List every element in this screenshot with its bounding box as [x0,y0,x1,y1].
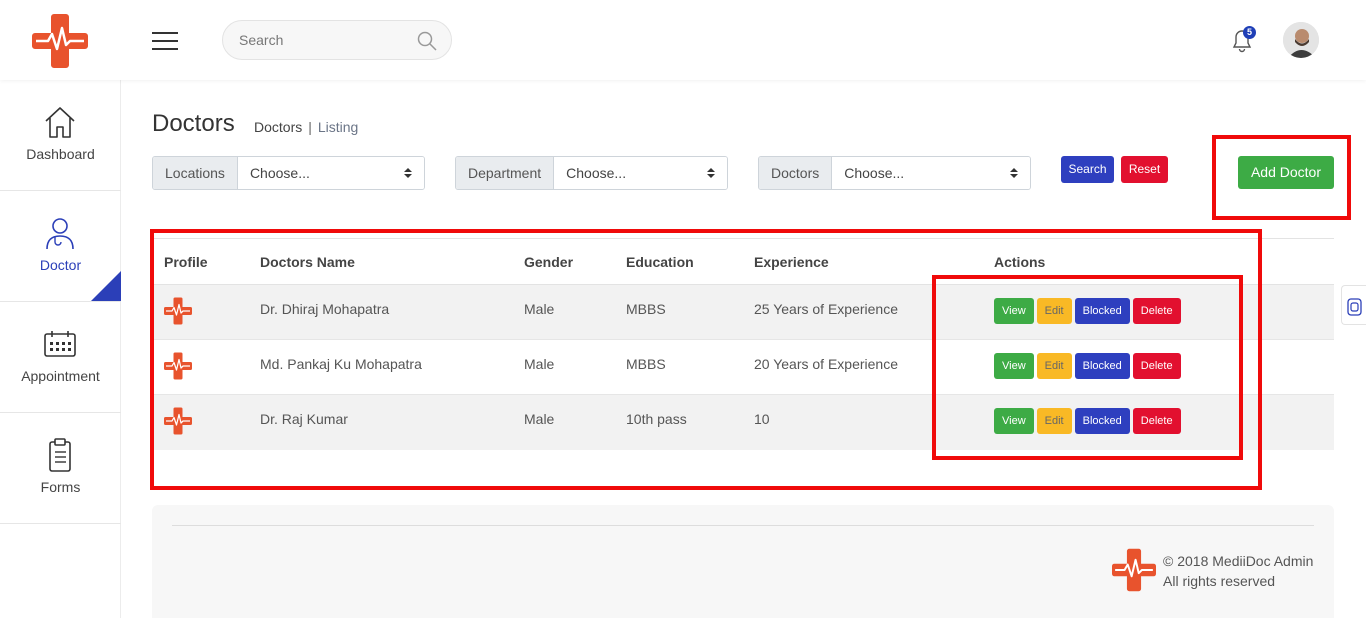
profile-logo-icon [163,296,193,326]
sidebar-item-label: Dashboard [26,146,95,162]
breadcrumb-doctors[interactable]: Doctors [254,119,302,135]
profile-cell [152,284,248,340]
breadcrumb-listing: Listing [317,119,359,135]
blocked-button[interactable]: Blocked [1074,408,1130,434]
doctor-icon [46,218,74,250]
col-header-profile: Profile [152,238,248,285]
doctor-name: Dr. Dhiraj Mohapatra [248,284,512,340]
locations-filter: Locations Choose... [152,156,425,190]
user-avatar[interactable] [1283,22,1319,58]
blocked-button[interactable]: Blocked [1074,353,1130,379]
delete-button[interactable]: Delete [1132,353,1181,379]
profile-cell [152,339,248,395]
footer-logo-icon [1112,548,1156,592]
brand-logo-icon[interactable] [32,14,88,68]
search-input[interactable] [223,21,403,59]
doctor-gender: Male [512,339,614,395]
clipboard-icon [49,438,71,472]
profile-logo-icon [163,351,193,381]
footer-text: © 2018 MediiDoc Admin All rights reserve… [1163,551,1313,591]
locations-select[interactable]: Choose... [237,157,424,189]
reset-button[interactable]: Reset [1121,156,1168,183]
actions-cell: View Edit Blocked Delete [982,284,1334,340]
view-button[interactable]: View [994,408,1034,434]
doctor-gender: Male [512,394,614,450]
col-header-experience: Experience [742,238,982,285]
doctor-education: MBBS [614,284,742,340]
profile-cell [152,394,248,450]
settings-side-tab[interactable] [1341,285,1366,325]
search-icon[interactable] [417,31,437,51]
search-bar [222,20,452,60]
doctors-filter-label: Doctors [759,157,833,189]
edit-button[interactable]: Edit [1036,353,1072,379]
view-button[interactable]: View [994,353,1034,379]
doctor-gender: Male [512,284,614,340]
profile-logo-icon [163,406,193,436]
sidebar-item-label: Forms [40,479,81,495]
doctor-name: Md. Pankaj Ku Mohapatra [248,339,512,395]
col-header-gender: Gender [512,238,614,285]
active-indicator [91,271,121,301]
col-header-name: Doctors Name [248,238,512,285]
top-navbar: 5 [0,0,1366,80]
table-header-row: Profile Doctors Name Gender Education Ex… [152,238,1334,285]
department-select[interactable]: Choose... [554,157,727,189]
delete-button[interactable]: Delete [1132,408,1181,434]
hamburger-icon[interactable] [152,32,178,50]
notification-badge: 5 [1243,26,1256,39]
edit-button[interactable]: Edit [1036,298,1072,324]
doctor-experience: 20 Years of Experience [742,339,982,395]
table-row: Md. Pankaj Ku Mohapatra Male MBBS 20 Yea… [152,339,1334,395]
footer: © 2018 MediiDoc Admin All rights reserve… [152,505,1334,618]
calendar-icon [44,331,76,357]
department-select-value: Choose... [566,165,627,181]
add-doctor-button[interactable]: Add Doctor [1238,156,1334,189]
gear-icon [1347,298,1362,316]
doctor-experience: 25 Years of Experience [742,284,982,340]
table-row: Dr. Dhiraj Mohapatra Male MBBS 25 Years … [152,284,1334,340]
page-title: Doctors [152,110,235,137]
doctors-select[interactable]: Choose... [832,157,1030,189]
footer-divider [172,525,1314,526]
actions-cell: View Edit Blocked Delete [982,394,1334,450]
select-caret-icon [707,168,715,178]
col-header-education: Education [614,238,742,285]
locations-filter-label: Locations [153,157,238,189]
sidebar-item-doctor[interactable]: Doctor [0,191,121,302]
doctors-filter: Doctors Choose... [758,156,1031,190]
doctors-select-value: Choose... [844,165,905,181]
col-header-actions: Actions [982,238,1334,285]
search-button[interactable]: Search [1061,156,1114,183]
sidebar: Dashboard Doctor Appointment Forms [0,80,121,618]
sidebar-item-forms[interactable]: Forms [0,413,121,524]
sidebar-item-appointment[interactable]: Appointment [0,302,121,413]
edit-button[interactable]: Edit [1036,408,1072,434]
select-caret-icon [404,168,412,178]
footer-copyright: © 2018 MediiDoc Admin [1163,553,1314,569]
blocked-button[interactable]: Blocked [1074,298,1130,324]
select-caret-icon [1010,168,1018,178]
department-filter: Department Choose... [455,156,728,190]
home-icon [45,107,75,138]
footer-rights: All rights reserved [1163,573,1276,589]
breadcrumb: Doctors | Listing [254,119,358,135]
sidebar-item-dashboard[interactable]: Dashboard [0,80,121,191]
breadcrumb-separator: | [308,119,312,135]
doctor-education: MBBS [614,339,742,395]
doctor-name: Dr. Raj Kumar [248,394,512,450]
table-row: Dr. Raj Kumar Male 10th pass 10 View Edit… [152,394,1334,450]
sidebar-item-label: Appointment [21,368,100,384]
doctor-experience: 10 [742,394,982,450]
department-filter-label: Department [456,157,555,189]
delete-button[interactable]: Delete [1132,298,1181,324]
view-button[interactable]: View [994,298,1034,324]
locations-select-value: Choose... [249,165,310,181]
doctor-education: 10th pass [614,394,742,450]
actions-cell: View Edit Blocked Delete [982,339,1334,395]
doctors-table: Profile Doctors Name Gender Education Ex… [152,238,1334,450]
